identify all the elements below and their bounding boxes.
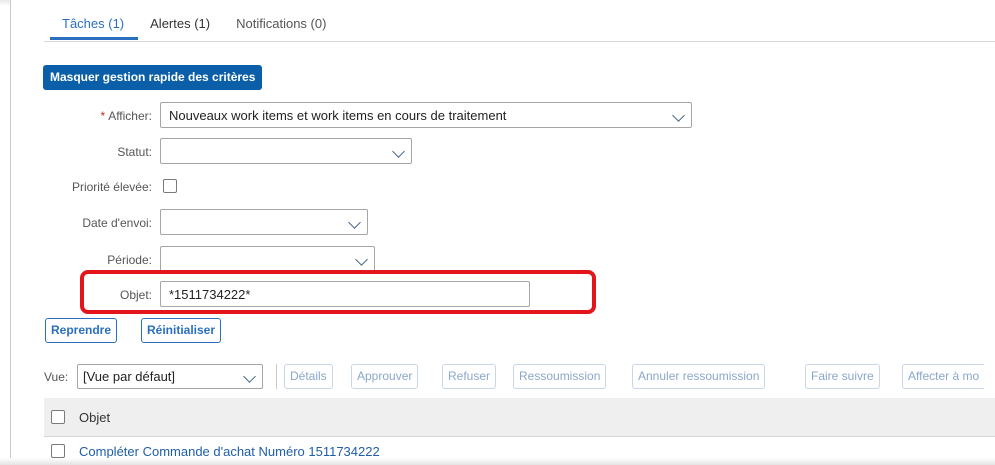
chevron-down-icon (355, 253, 368, 266)
approuver-button[interactable]: Approuver (351, 364, 419, 389)
annuler-ressoumission-button[interactable]: Annuler ressoumission (632, 364, 766, 389)
vue-select[interactable]: [Vue par défaut] (77, 364, 263, 389)
afficher-value: Nouveaux work items et work items en cou… (169, 108, 507, 123)
vue-value: [Vue par défaut] (83, 369, 176, 384)
chevron-down-icon (672, 109, 685, 122)
reinitialiser-button[interactable]: Réinitialiser (141, 318, 222, 343)
date-envoi-select[interactable] (160, 209, 368, 235)
afficher-label: * Afficher: (60, 109, 152, 123)
required-marker: * (100, 109, 106, 123)
select-all-checkbox[interactable] (51, 410, 65, 424)
periode-select[interactable] (160, 246, 375, 272)
torn-bottom-edge (0, 458, 995, 465)
refuser-button[interactable]: Refuser (442, 364, 497, 389)
chevron-down-icon (392, 145, 405, 158)
tabs-divider (44, 41, 995, 42)
tab-notifications[interactable]: Notifications (0) (224, 12, 340, 40)
vue-label: Vue: (44, 370, 69, 384)
tab-bar: Tâches (1) Alertes (1) Notifications (0) (50, 12, 340, 40)
statut-label: Statut: (117, 145, 152, 159)
affecter-button[interactable]: Affecter à mo (902, 364, 985, 389)
statut-select[interactable] (160, 138, 412, 164)
faire-suivre-button[interactable]: Faire suivre (805, 364, 880, 389)
objet-column-header[interactable]: Objet (79, 410, 110, 425)
reprendre-button[interactable]: Reprendre (45, 318, 118, 343)
chevron-down-icon (348, 216, 361, 229)
tab-taches[interactable]: Tâches (1) (50, 12, 139, 40)
work-item-link[interactable]: Compléter Commande d'achat Numéro 151173… (79, 444, 380, 459)
priorite-label: Priorité élevée: (71, 180, 152, 194)
afficher-select[interactable]: Nouveaux work items et work items en cou… (160, 102, 692, 128)
objet-highlight-box (80, 270, 596, 314)
tab-alertes[interactable]: Alertes (1) (138, 12, 224, 40)
row-checkbox[interactable] (51, 444, 65, 458)
chevron-down-icon (243, 370, 256, 383)
table-header: Objet (44, 398, 995, 437)
date-envoi-label: Date d'envoi: (82, 216, 152, 230)
priorite-checkbox[interactable] (163, 179, 177, 193)
afficher-label-text: Afficher: (108, 109, 152, 123)
toolbar-separator (276, 364, 277, 389)
details-button[interactable]: Détails (284, 364, 333, 389)
hide-quick-criteria-button[interactable]: Masquer gestion rapide des critères (43, 65, 263, 90)
ressoumission-button[interactable]: Ressoumission (513, 364, 607, 389)
periode-label: Période: (107, 253, 152, 267)
